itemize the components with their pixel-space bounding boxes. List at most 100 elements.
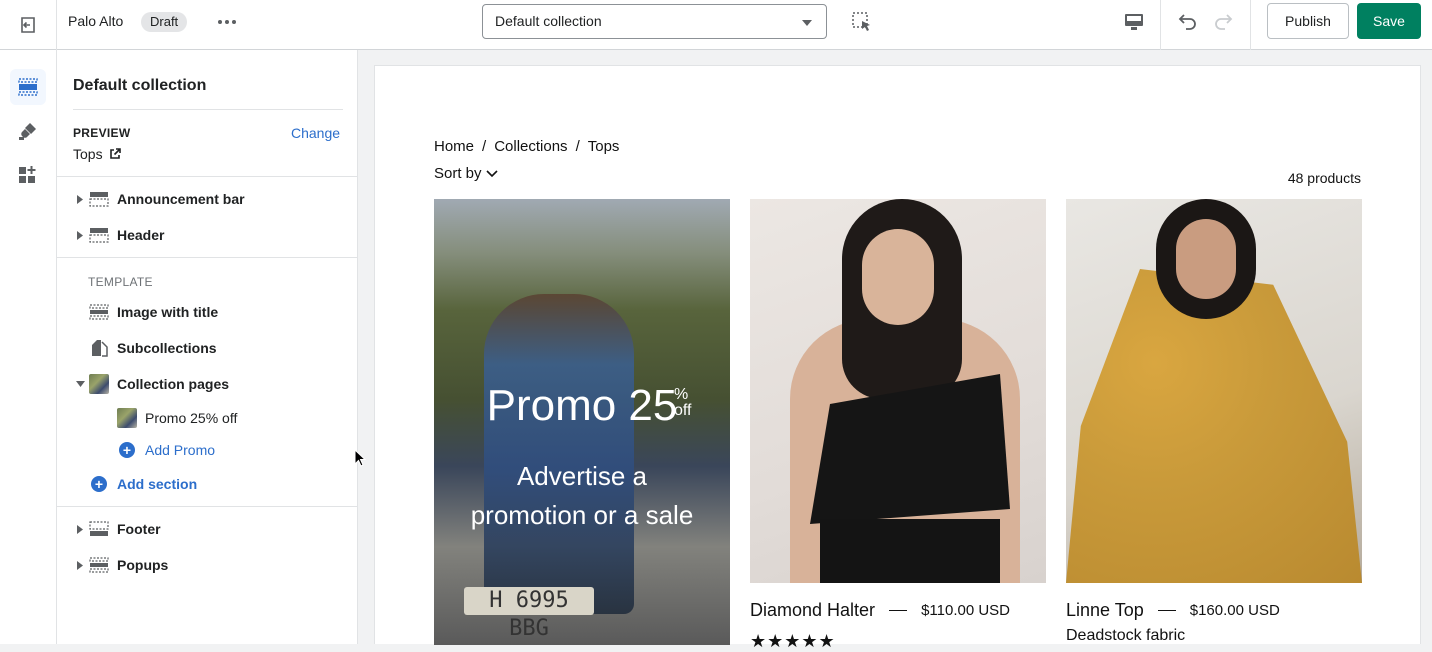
breadcrumb-collections[interactable]: Collections (494, 138, 567, 155)
section-label: Collection pages (117, 376, 230, 392)
section-label: Header (117, 227, 165, 243)
preview-label: PREVIEW (73, 126, 131, 140)
divider (57, 176, 358, 177)
plus-circle-icon: + (119, 442, 135, 458)
promo-tile[interactable]: H 6995 BBG Promo 25 % off Advertise a prom… (434, 199, 730, 645)
product-price: $160.00 USD (1189, 602, 1280, 619)
editor-nav-rail (0, 50, 57, 644)
product-price: $110.00 USD (921, 602, 1011, 619)
product-meta: Linne Top $160.00 USD (1066, 600, 1362, 621)
product-name[interactable]: Diamond Halter (750, 600, 875, 621)
mouse-cursor-icon (354, 448, 367, 467)
product-name[interactable]: Linne Top (1066, 600, 1144, 621)
chevron-down-icon[interactable] (75, 381, 85, 387)
page-selector[interactable]: Default collection (482, 4, 827, 39)
sort-by-label: Sort by (434, 165, 482, 182)
dash-separator (889, 610, 908, 611)
breadcrumb-separator: / (482, 138, 487, 155)
chevron-down-icon (802, 20, 812, 26)
save-button[interactable]: Save (1357, 3, 1421, 39)
section-layout-icon (89, 303, 109, 321)
add-section-label: Add section (117, 476, 198, 492)
section-layout-icon (89, 226, 109, 244)
more-actions-icon[interactable] (214, 10, 240, 34)
toolbar-divider (1160, 0, 1161, 50)
app-embeds-icon[interactable] (10, 157, 46, 193)
product-count: 48 products (1287, 170, 1361, 186)
product-image[interactable] (750, 199, 1046, 583)
sort-by-dropdown[interactable]: Sort by (434, 165, 498, 182)
change-preview-link[interactable]: Change (291, 125, 340, 141)
section-label: Announcement bar (117, 191, 245, 207)
section-label: Image with title (117, 304, 219, 320)
chevron-right-icon[interactable] (75, 230, 85, 240)
chevron-right-icon[interactable] (75, 524, 85, 534)
divider (73, 109, 343, 110)
redo-icon[interactable] (1209, 6, 1239, 36)
toolbar-divider (1250, 0, 1251, 50)
dash-separator (1157, 610, 1176, 611)
page-selector-value: Default collection (495, 13, 602, 29)
product-image[interactable] (1066, 199, 1362, 583)
storefront-preview: Home / Collections / Tops Sort by 48 pro… (374, 65, 1421, 651)
inspector-select-icon[interactable] (848, 8, 876, 36)
section-announcement-bar[interactable]: Announcement bar (57, 184, 358, 214)
product-description: Deadstock fabric (1066, 627, 1186, 644)
section-label: Footer (117, 521, 161, 537)
sidebar-title: Default collection (73, 77, 207, 94)
sections-sidebar: Default collection PREVIEW Change Tops A… (57, 50, 358, 644)
add-promo-label: Add Promo (145, 442, 216, 458)
section-subcollections[interactable]: Subcollections (57, 333, 358, 363)
section-header[interactable]: Header (57, 220, 358, 250)
theme-settings-brush-icon[interactable] (10, 113, 46, 149)
breadcrumb: Home / Collections / Tops (434, 138, 619, 155)
theme-name: Palo Alto (68, 13, 124, 29)
promo-percent: % off (674, 386, 692, 419)
promo-title: Promo 25 % off (434, 381, 730, 431)
section-image-thumbnail (89, 374, 109, 394)
promo-model-image (484, 294, 634, 614)
add-section-button[interactable]: + Add section (91, 471, 197, 497)
product-rating-stars: ★★★★★ (750, 631, 836, 651)
promo-subtitle: Advertise a promotion or a sale (470, 461, 694, 530)
section-layout-icon (89, 556, 109, 574)
plus-circle-icon: + (91, 476, 107, 492)
section-label: Subcollections (117, 340, 217, 356)
editor-topbar: Palo Alto Draft Default collection Publi… (0, 0, 1432, 50)
status-badge: Draft (141, 12, 188, 32)
template-group-label: TEMPLATE (88, 275, 153, 289)
section-image-with-title[interactable]: Image with title (57, 297, 358, 327)
external-link-icon (109, 148, 121, 159)
product-card[interactable]: Diamond Halter $110.00 USD ★★★★★ (750, 199, 1046, 652)
desktop-view-icon[interactable] (1118, 6, 1150, 38)
section-collection-pages[interactable]: Collection pages (57, 369, 358, 399)
product-card[interactable]: Linne Top $160.00 USD Deadstock fabric (1066, 199, 1362, 645)
divider (57, 257, 358, 258)
chevron-down-icon (485, 169, 498, 177)
add-promo-button[interactable]: + Add Promo (119, 437, 215, 463)
publish-button[interactable]: Publish (1267, 3, 1349, 39)
section-footer[interactable]: Footer (57, 514, 358, 544)
section-label: Popups (117, 557, 169, 573)
section-layout-icon (89, 520, 109, 538)
breadcrumb-home[interactable]: Home (434, 138, 474, 155)
section-layout-icon (89, 190, 109, 208)
promo-title-text: Promo 25 (486, 381, 678, 430)
undo-icon[interactable] (1172, 6, 1202, 36)
sections-icon[interactable] (10, 69, 46, 105)
divider (57, 506, 358, 507)
collection-tags-icon (89, 339, 109, 357)
block-image-thumbnail (117, 408, 137, 428)
block-promo[interactable]: Promo 25% off (117, 405, 237, 431)
breadcrumb-current: Tops (587, 138, 620, 155)
license-plate: H 6995 BBG (464, 587, 594, 641)
preview-value[interactable]: Tops (73, 146, 121, 162)
product-meta: Diamond Halter $110.00 USD (750, 600, 1046, 621)
exit-icon[interactable] (0, 0, 57, 50)
preview-value-text: Tops (73, 146, 103, 162)
chevron-right-icon[interactable] (75, 194, 85, 204)
chevron-right-icon[interactable] (75, 560, 85, 570)
block-label: Promo 25% off (145, 410, 238, 426)
section-popups[interactable]: Popups (57, 550, 358, 580)
breadcrumb-separator: / (575, 138, 580, 155)
